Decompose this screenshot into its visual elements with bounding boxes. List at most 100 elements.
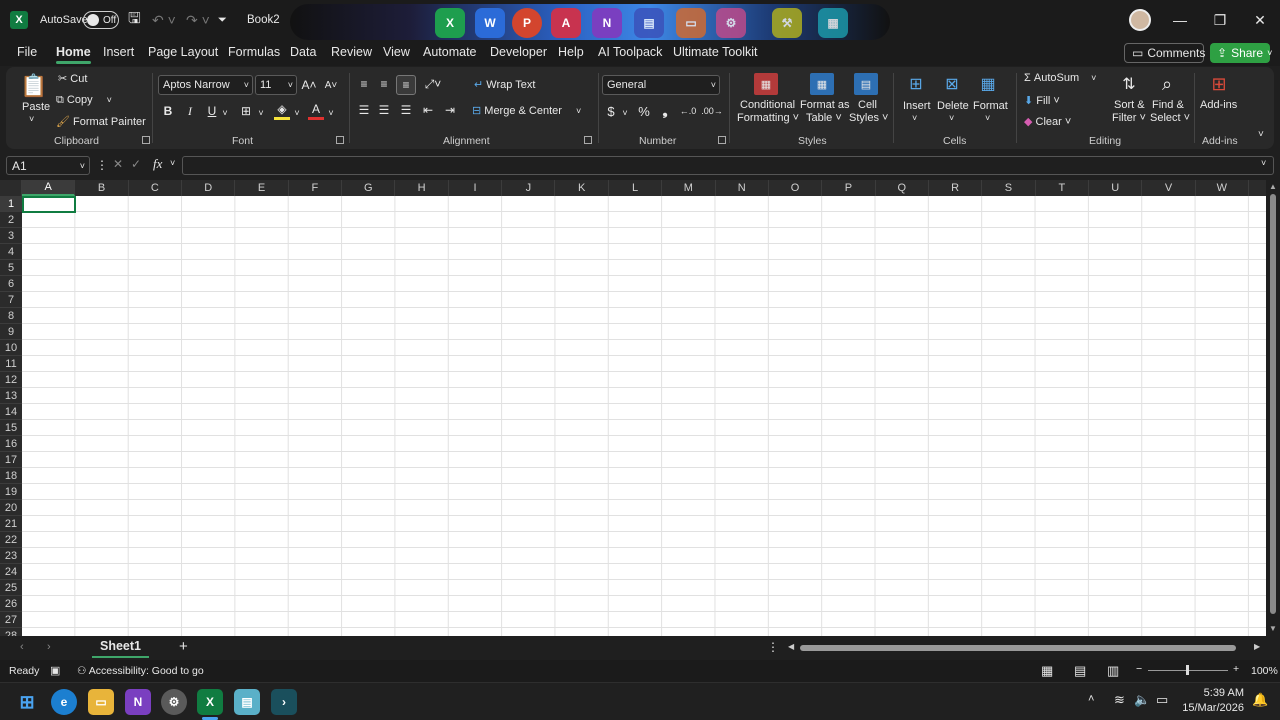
fill-chevron-icon[interactable]: ˅ (292, 103, 302, 123)
row-header[interactable]: 3 (0, 228, 22, 244)
tab-review[interactable]: Review (331, 45, 372, 59)
delete-cells-icon[interactable]: ⊠ (940, 73, 964, 95)
tab-insert[interactable]: Insert (103, 45, 134, 59)
column-header[interactable]: S (982, 180, 1036, 196)
formula-input[interactable] (182, 156, 1274, 175)
format-as-table-label-2[interactable]: Table ˅ (806, 112, 842, 124)
column-header[interactable]: L (609, 180, 663, 196)
increase-font-icon[interactable]: A˄ (300, 75, 318, 95)
font-color-icon[interactable]: A (308, 100, 324, 120)
column-header[interactable]: C (129, 180, 183, 196)
tab-developer[interactable]: Developer (490, 45, 547, 59)
column-header[interactable]: P (822, 180, 876, 196)
notifications-icon[interactable]: 🔔 (1252, 692, 1268, 708)
tab-ultimate-toolkit[interactable]: Ultimate Toolkit (673, 45, 758, 59)
tab-help[interactable]: Help (558, 45, 584, 59)
column-header[interactable]: A (22, 180, 76, 196)
terminal-icon[interactable]: › (271, 689, 297, 715)
align-center-icon[interactable]: ☰ (376, 101, 392, 119)
format-cells-icon[interactable]: ▦ (976, 73, 1000, 95)
number-format-select[interactable]: General ˅ (602, 75, 720, 95)
comments-button[interactable]: ▭ Comments (1124, 43, 1205, 63)
row-header[interactable]: 16 (0, 436, 22, 452)
zoom-level[interactable]: 100% (1251, 665, 1278, 677)
scroll-up-icon[interactable]: ▲ (1269, 182, 1277, 191)
font-launcher-icon[interactable] (336, 136, 344, 144)
format-painter-button[interactable]: 🖌 Format Painter (56, 115, 146, 128)
orientation-icon[interactable]: ⤢˅ (420, 75, 446, 93)
row-header[interactable]: 27 (0, 612, 22, 628)
row-header[interactable]: 20 (0, 500, 22, 516)
cut-button[interactable]: ✂ Cut (58, 72, 87, 85)
excel-taskbar-icon[interactable]: X (197, 689, 223, 715)
row-header[interactable]: 10 (0, 340, 22, 356)
user-avatar[interactable] (1129, 0, 1151, 40)
undo-icon[interactable]: ↶ ˅ (152, 0, 176, 40)
delete-chevron-icon[interactable]: ˅ (949, 113, 954, 123)
insert-chevron-icon[interactable]: ˅ (912, 113, 917, 123)
align-middle-icon[interactable]: ≡ (376, 75, 392, 93)
percent-button[interactable]: % (636, 101, 652, 121)
decrease-indent-icon[interactable]: ⇤ (420, 101, 436, 119)
cell-styles-label-1[interactable]: Cell (858, 99, 877, 111)
sort-filter-label-2[interactable]: Filter ˅ (1112, 112, 1146, 124)
row-header[interactable]: 1 (0, 196, 22, 212)
row-header[interactable]: 4 (0, 244, 22, 260)
borders-chevron-icon[interactable]: ˅ (256, 103, 266, 123)
formula-bar-options-icon[interactable]: ⋮ (96, 158, 108, 172)
horizontal-scrollbar[interactable]: ◀ ▶ (788, 642, 1262, 654)
vertical-scroll-thumb[interactable] (1270, 194, 1276, 614)
close-icon[interactable]: ✕ (1240, 0, 1280, 40)
show-hidden-icons-icon[interactable]: ˄ (1088, 693, 1094, 705)
alignment-launcher-icon[interactable] (584, 136, 592, 144)
column-header[interactable]: J (502, 180, 556, 196)
add-sheet-icon[interactable]: + (179, 638, 188, 655)
borders-icon[interactable]: ⊞ (238, 101, 254, 121)
copy-button[interactable]: ⧉ Copy ˅ (56, 94, 112, 107)
clock-date[interactable]: 15/Mar/2026 (1180, 702, 1244, 714)
format-cells-button[interactable]: Format (973, 100, 1008, 112)
row-header[interactable]: 2 (0, 212, 22, 228)
wifi-icon[interactable]: ≋ (1114, 692, 1125, 708)
paste-icon[interactable]: 📋 (20, 71, 48, 101)
workbook-title[interactable]: Book2 (247, 0, 280, 40)
row-header[interactable]: 8 (0, 308, 22, 324)
collapse-ribbon-icon[interactable]: ˅ (1258, 129, 1264, 140)
zoom-in-button[interactable]: + (1233, 663, 1239, 675)
fill-button[interactable]: ⬇ Fill ˅ (1024, 94, 1060, 107)
insert-cells-button[interactable]: Insert (903, 100, 931, 112)
row-header[interactable]: 14 (0, 404, 22, 420)
row-header[interactable]: 19 (0, 484, 22, 500)
column-header[interactable]: I (449, 180, 503, 196)
battery-icon[interactable]: ▭ (1156, 692, 1168, 708)
paste-button[interactable]: Paste (22, 101, 50, 113)
zoom-out-button[interactable]: − (1136, 663, 1142, 675)
confirm-entry-icon[interactable]: ✓ (131, 157, 141, 171)
bold-button[interactable]: B (160, 101, 176, 121)
tab-automate[interactable]: Automate (423, 45, 477, 59)
add-ins-icon[interactable]: ⊞ (1206, 71, 1232, 97)
clipboard-launcher-icon[interactable] (142, 136, 150, 144)
row-header[interactable]: 15 (0, 420, 22, 436)
decrease-font-icon[interactable]: A˅ (322, 75, 340, 95)
scroll-right-icon[interactable]: ▶ (1254, 642, 1260, 651)
row-header[interactable]: 24 (0, 564, 22, 580)
currency-chevron-icon[interactable]: ˅ (620, 103, 630, 123)
row-header[interactable]: 26 (0, 596, 22, 612)
column-header[interactable]: H (395, 180, 449, 196)
normal-view-icon[interactable]: ▦ (1041, 663, 1053, 679)
merge-center-button[interactable]: ⊟ Merge & Center ˅ (472, 104, 581, 117)
column-header[interactable]: V (1142, 180, 1196, 196)
settings-gear-icon[interactable]: ⚙ (161, 689, 187, 715)
visual-studio-icon[interactable]: N (125, 689, 151, 715)
prev-sheet-icon[interactable]: ‹ (20, 641, 24, 653)
row-header[interactable]: 23 (0, 548, 22, 564)
tab-home[interactable]: Home (56, 45, 91, 64)
number-launcher-icon[interactable] (718, 136, 726, 144)
font-color-chevron-icon[interactable]: ˅ (326, 103, 336, 123)
underline-chevron-icon[interactable]: ˅ (220, 103, 230, 123)
file-explorer-icon[interactable]: ▭ (88, 689, 114, 715)
notepad-icon[interactable]: ▤ (234, 689, 260, 715)
clock-time[interactable]: 5:39 AM (1180, 687, 1244, 699)
scroll-down-icon[interactable]: ▼ (1269, 624, 1277, 633)
